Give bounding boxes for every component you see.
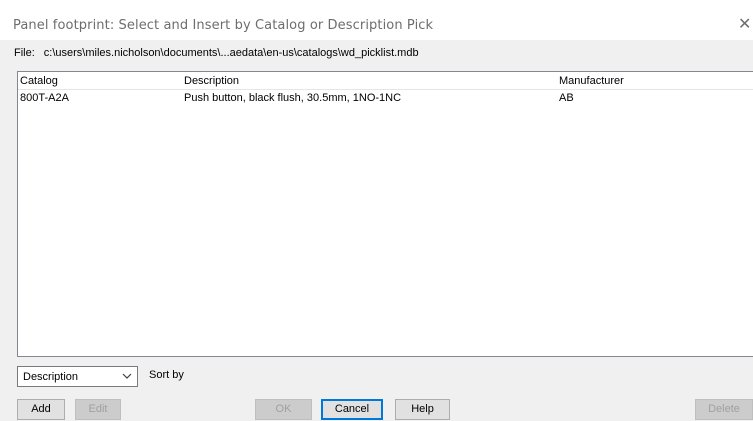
edit-button[interactable]: Edit: [75, 399, 121, 420]
row-catalog-cell: 800T-A2A: [20, 92, 69, 104]
help-button[interactable]: Help: [395, 399, 450, 420]
pick-dialog: Panel footprint: Select and Insert by Ca…: [0, 0, 753, 421]
list-header: Catalog Description Manufacturer: [18, 72, 753, 90]
chevron-down-icon: [122, 373, 132, 379]
sort-by-selected: Description: [23, 371, 79, 383]
background-strip: [0, 0, 753, 9]
column-header-catalog[interactable]: Catalog: [20, 75, 58, 87]
column-header-manufacturer[interactable]: Manufacturer: [559, 75, 624, 87]
sort-by-dropdown[interactable]: Description: [17, 366, 138, 387]
dialog-title: Panel footprint: Select and Insert by Ca…: [13, 18, 434, 33]
catalog-list[interactable]: Catalog Description Manufacturer 800T-A2…: [17, 71, 753, 357]
file-path: c:\users\miles.nicholson\documents\...ae…: [43, 47, 419, 59]
column-header-description[interactable]: Description: [184, 75, 239, 87]
title-bar: Panel footprint: Select and Insert by Ca…: [0, 9, 753, 40]
file-line: File: c:\users\miles.nicholson\documents\…: [14, 47, 419, 59]
add-button[interactable]: Add: [17, 399, 65, 420]
ok-button[interactable]: OK: [255, 399, 312, 420]
table-row[interactable]: 800T-A2A Push button, black flush, 30.5m…: [18, 91, 753, 106]
file-label: File:: [14, 47, 35, 59]
delete-button[interactable]: Delete: [695, 399, 753, 420]
close-icon[interactable]: ✕: [738, 14, 751, 33]
sort-by-label: Sort by: [149, 369, 184, 381]
row-description-cell: Push button, black flush, 30.5mm, 1NO-1N…: [184, 92, 402, 104]
cancel-button[interactable]: Cancel: [321, 399, 383, 420]
row-manufacturer-cell: AB: [559, 92, 574, 104]
